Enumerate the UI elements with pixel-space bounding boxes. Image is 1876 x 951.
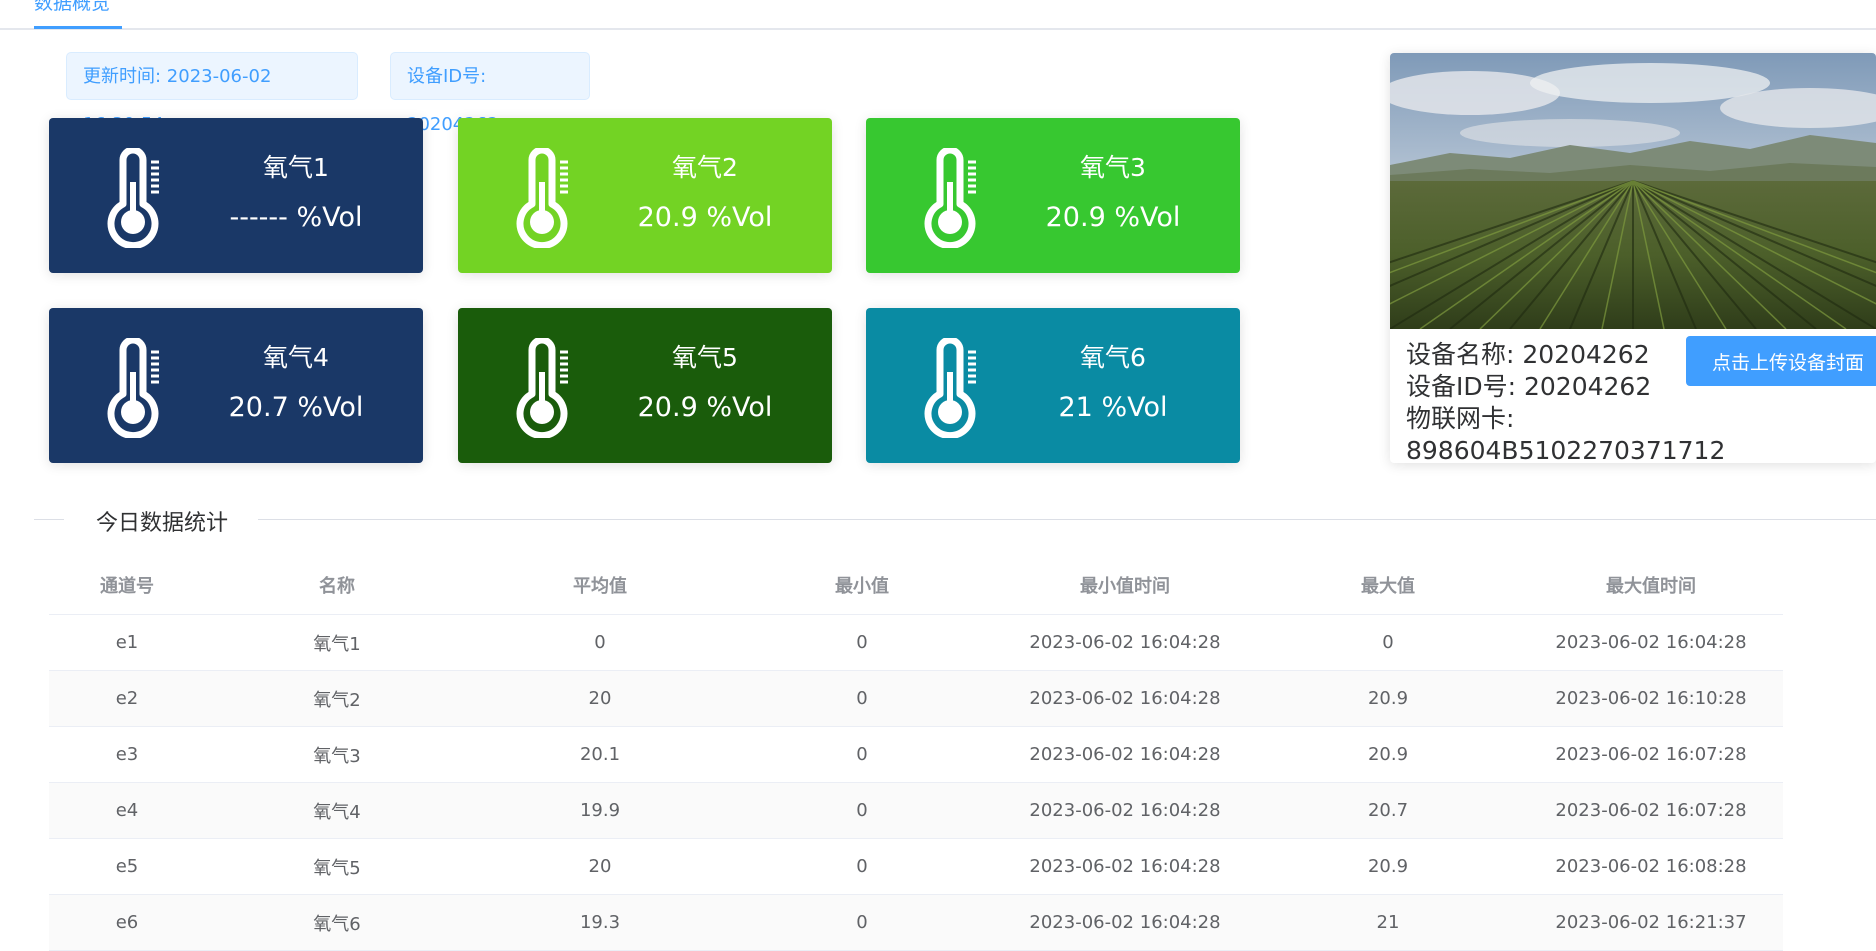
column-header[interactable]: 最大值 xyxy=(1257,556,1519,615)
table-cell: 0 xyxy=(731,726,993,783)
column-header[interactable]: 名称 xyxy=(205,556,469,615)
table-cell: 氧气4 xyxy=(205,782,469,839)
table-cell: e3 xyxy=(49,726,205,783)
column-header[interactable]: 平均值 xyxy=(469,556,731,615)
tab-data-overview[interactable]: 数据概览 xyxy=(34,0,110,15)
table-row[interactable]: e6 氧气6 19.3 0 2023-06-02 16:04:28 21 2023-06-0… xyxy=(49,894,1783,951)
table-cell: 20 xyxy=(469,838,731,895)
table-cell: 0 xyxy=(731,838,993,895)
sensor-value: 20.9 %Vol xyxy=(637,392,773,423)
sensor-card: 氧气1 ------ %Vol xyxy=(49,118,423,273)
sensor-value: 21 %Vol xyxy=(1058,392,1168,423)
active-tab-indicator xyxy=(34,26,122,29)
table-cell: 20.9 xyxy=(1257,726,1519,783)
sensor-value: 20.9 %Vol xyxy=(637,202,773,233)
table-cell: 氧气3 xyxy=(205,726,469,783)
table-cell: 0 xyxy=(1257,614,1519,671)
table-cell: 2023-06-02 16:04:28 xyxy=(993,894,1257,951)
stats-table: 通道号 名称 平均值 最小值 最小值时间 最大值 最大值时间 e1 氧气1 0 0 2023-06-… xyxy=(49,556,1783,951)
thermometer-icon xyxy=(924,148,976,248)
sensor-card: 氧气3 20.9 %Vol xyxy=(866,118,1240,273)
sensor-name: 氧气1 xyxy=(263,153,329,182)
thermometer-icon xyxy=(924,338,976,438)
table-cell: 2023-06-02 16:08:28 xyxy=(1519,838,1783,895)
table-cell: e6 xyxy=(49,894,205,951)
table-row[interactable]: e4 氧气4 19.9 0 2023-06-02 16:04:28 20.7 2023-06… xyxy=(49,782,1783,839)
sensor-value: 20.7 %Vol xyxy=(228,392,364,423)
table-cell: e4 xyxy=(49,782,205,839)
table-row[interactable]: e1 氧气1 0 0 2023-06-02 16:04:28 0 2023-06-02 16… xyxy=(49,614,1783,671)
table-cell: 2023-06-02 16:21:37 xyxy=(1519,894,1783,951)
upload-cover-button[interactable]: 点击上传设备封面 xyxy=(1686,336,1876,386)
sensor-name: 氧气2 xyxy=(672,153,738,182)
device-info: 设备名称: 20204262 设备ID号: 20204262 物联网卡: 898… xyxy=(1406,339,1726,463)
table-row[interactable]: e2 氧气2 20 0 2023-06-02 16:04:28 20.9 2023-06-0… xyxy=(49,670,1783,727)
sensor-name: 氧气6 xyxy=(1080,343,1146,372)
table-cell: 20.7 xyxy=(1257,782,1519,839)
table-cell: 2023-06-02 16:04:28 xyxy=(993,670,1257,727)
table-row[interactable]: e3 氧气3 20.1 0 2023-06-02 16:04:28 20.9 2023-06… xyxy=(49,726,1783,783)
sensor-name: 氧气5 xyxy=(672,343,738,372)
table-header-row: 通道号 名称 平均值 最小值 最小值时间 最大值 最大值时间 xyxy=(49,556,1783,615)
table-cell: 2023-06-02 16:10:28 xyxy=(1519,670,1783,727)
table-cell: 氧气5 xyxy=(205,838,469,895)
sensor-value: 20.9 %Vol xyxy=(1045,202,1181,233)
device-cover-image xyxy=(1390,53,1876,329)
table-cell: 2023-06-02 16:07:28 xyxy=(1519,726,1783,783)
column-header[interactable]: 最大值时间 xyxy=(1519,556,1783,615)
table-cell: 20 xyxy=(469,670,731,727)
table-cell: 氧气1 xyxy=(205,614,469,671)
table-cell: 2023-06-02 16:07:28 xyxy=(1519,782,1783,839)
table-cell: 0 xyxy=(731,894,993,951)
table-cell: 19.3 xyxy=(469,894,731,951)
divider-line-right xyxy=(258,519,1876,520)
table-body: e1 氧气1 0 0 2023-06-02 16:04:28 0 2023-06-02 16… xyxy=(49,614,1783,951)
sensor-value: ------ %Vol xyxy=(229,202,363,233)
sensor-card: 氧气2 20.9 %Vol xyxy=(458,118,832,273)
table-cell: 20.9 xyxy=(1257,670,1519,727)
table-cell: 0 xyxy=(731,670,993,727)
table-cell: 2023-06-02 16:04:28 xyxy=(1519,614,1783,671)
table-cell: 2023-06-02 16:04:28 xyxy=(993,726,1257,783)
thermometer-icon xyxy=(516,338,568,438)
table-cell: e2 xyxy=(49,670,205,727)
sensor-name: 氧气3 xyxy=(1080,153,1146,182)
table-cell: 2023-06-02 16:04:28 xyxy=(993,782,1257,839)
table-cell: e1 xyxy=(49,614,205,671)
table-cell: 0 xyxy=(731,614,993,671)
table-cell: 20.1 xyxy=(469,726,731,783)
column-header[interactable]: 最小值时间 xyxy=(993,556,1257,615)
table-cell: 2023-06-02 16:04:28 xyxy=(993,614,1257,671)
column-header[interactable]: 通道号 xyxy=(49,556,205,615)
sensor-name: 氧气4 xyxy=(263,343,329,372)
section-title: 今日数据统计 xyxy=(96,511,229,536)
table-cell: 0 xyxy=(731,782,993,839)
sim-card-label: 物联网卡: xyxy=(1406,404,1515,433)
sim-card-number: 898604B5102270371712 xyxy=(1406,436,1726,463)
table-cell: 0 xyxy=(469,614,731,671)
thermometer-icon xyxy=(107,148,159,248)
column-header[interactable]: 最小值 xyxy=(731,556,993,615)
device-name: 设备名称: 20204262 xyxy=(1406,340,1650,369)
table-cell: 2023-06-02 16:04:28 xyxy=(993,838,1257,895)
table-cell: 氧气6 xyxy=(205,894,469,951)
tab-bar: 数据概览 xyxy=(0,0,1876,30)
table-cell: 20.9 xyxy=(1257,838,1519,895)
table-cell: 21 xyxy=(1257,894,1519,951)
divider-line-left xyxy=(34,519,64,520)
sensor-card: 氧气5 20.9 %Vol xyxy=(458,308,832,463)
device-panel: 设备名称: 20204262 设备ID号: 20204262 物联网卡: 898… xyxy=(1390,53,1876,463)
sensor-card: 氧气6 21 %Vol xyxy=(866,308,1240,463)
table-cell: 氧气2 xyxy=(205,670,469,727)
sensor-card: 氧气4 20.7 %Vol xyxy=(49,308,423,463)
table-cell: 19.9 xyxy=(469,782,731,839)
device-id-tag: 设备ID号: 20204262 xyxy=(390,52,590,135)
update-time-tag: 更新时间: 2023-06-02 16:30:54 xyxy=(66,52,358,135)
thermometer-icon xyxy=(516,148,568,248)
thermometer-icon xyxy=(107,338,159,438)
table-row[interactable]: e5 氧气5 20 0 2023-06-02 16:04:28 20.9 2023-06-0… xyxy=(49,838,1783,895)
device-id: 设备ID号: 20204262 xyxy=(1406,372,1652,401)
table-cell: e5 xyxy=(49,838,205,895)
